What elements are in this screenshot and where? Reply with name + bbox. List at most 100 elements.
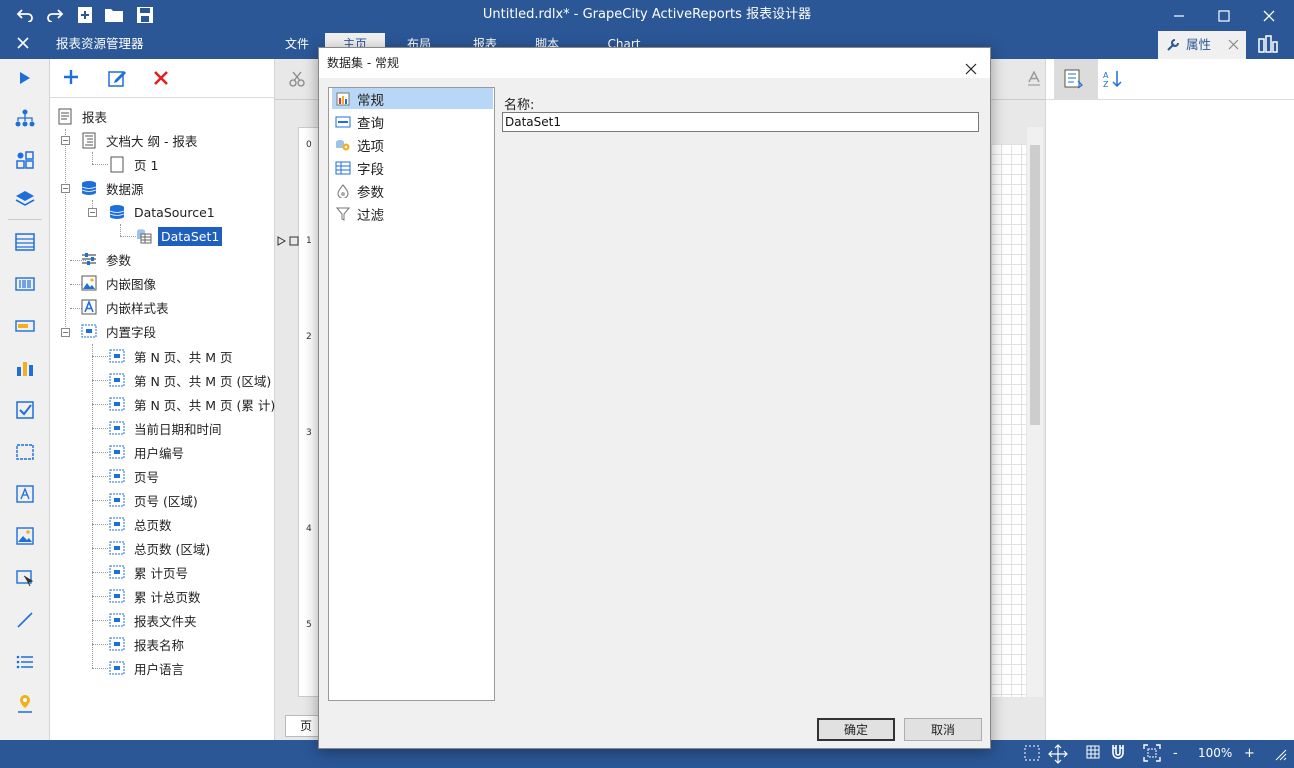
image-icon[interactable] [13,524,37,548]
builtin-field-item[interactable]: 页号 (区域) [108,489,198,511]
tree-item-parameters[interactable]: 参数 [80,248,131,270]
builtin-field-label: 用户语言 [134,661,185,677]
hierarchy-icon[interactable] [13,106,37,130]
builtin-field-item[interactable]: 总页数 [108,513,172,535]
builtin-field-item[interactable]: 第 N 页、共 M 页 (区域) [108,369,271,391]
builtin-field-item[interactable]: 第 N 页、共 M 页 [108,345,233,367]
builtin-field-icon [80,322,98,340]
categorized-icon[interactable] [1064,69,1086,91]
resize-grip-icon [1273,747,1287,761]
line-icon[interactable] [13,608,37,632]
nav-item-general[interactable]: 常规 [332,88,493,109]
barcode-icon[interactable] [13,272,37,296]
input-field-icon[interactable] [13,566,37,590]
tree-item-embedded-images[interactable]: 内嵌图像 [80,272,156,294]
pointer-play-icon[interactable] [13,66,37,90]
tree-item-report[interactable]: 报表 [56,105,107,127]
builtin-field-item[interactable]: 报表名称 [108,633,184,655]
close-explorer-icon[interactable] [16,36,32,52]
pan-icon[interactable] [1048,744,1068,764]
collapse-outline-toggle[interactable]: − [61,136,70,145]
vertical-scrollbar[interactable] [1027,127,1043,697]
cut-icon[interactable] [289,71,307,89]
font-color-icon[interactable] [1027,70,1043,89]
nav-item-filters[interactable]: 过滤 [332,203,493,224]
report-canvas[interactable] [990,144,1026,697]
new-file-icon[interactable] [73,4,97,26]
zoom-in-button[interactable]: + [1244,740,1255,767]
builtin-field-icon [108,515,126,533]
panel-layout-icon[interactable] [1258,35,1280,55]
select-area-icon[interactable] [1024,745,1042,763]
query-icon [335,114,351,130]
dataset-icon [135,227,153,245]
chart-icon[interactable] [13,356,37,380]
list-icon[interactable] [13,650,37,674]
collapse-datasource-toggle[interactable]: − [88,208,97,217]
dialog-close-icon[interactable] [965,56,979,75]
delete-icon[interactable] [152,69,174,91]
fit-page-icon[interactable] [1143,744,1163,764]
table-icon[interactable] [13,230,37,254]
nav-item-parameters[interactable]: 参数 [332,180,493,201]
tree-item-document-outline[interactable]: 文档大 纲 - 报表 [80,129,197,151]
builtin-field-item[interactable]: 累 计页号 [108,561,188,583]
snap-magnet-icon[interactable] [1111,744,1129,764]
add-icon[interactable] [62,68,84,90]
textbox-icon[interactable] [13,314,37,338]
checkbox-icon[interactable] [13,398,37,422]
tree-item-embedded-stylesheets[interactable]: 内嵌样式表 [80,296,169,318]
nav-item-query[interactable]: 查询 [332,111,493,132]
open-folder-icon[interactable] [102,4,126,26]
nav-item-fields[interactable]: 字段 [332,157,493,178]
maximize-button[interactable] [1201,0,1247,31]
builtin-field-item[interactable]: 用户语言 [108,657,184,679]
grid-icon[interactable] [1086,745,1104,763]
builtin-field-item[interactable]: 页号 [108,465,159,487]
page-tab[interactable]: 页 [285,715,321,737]
builtin-field-item[interactable]: 用户编号 [108,441,184,463]
map-pin-icon[interactable] [13,692,37,716]
tree-item-page[interactable]: 页 1 [108,153,158,175]
builtin-field-label: 累 计页号 [134,565,188,581]
builtin-field-item[interactable]: 累 计总页数 [108,585,200,607]
nav-item-options[interactable]: 选项 [332,134,493,155]
collapse-builtin-toggle[interactable]: − [61,328,70,337]
ruler-mark: 3 [306,428,312,438]
dialog-title: 数据集 - 常规 [327,56,399,70]
save-icon[interactable] [133,4,157,26]
tree-item-datasources[interactable]: 数据源 [80,177,144,199]
builtin-field-item[interactable]: 总页数 (区域) [108,537,210,559]
tree-item-dataset1[interactable]: DataSet1 [135,225,223,247]
builtin-field-item[interactable]: 报表文件夹 [108,609,197,631]
properties-tab[interactable]: 属性 [1158,31,1246,59]
tree-item-builtin-fields[interactable]: 内置字段 [80,320,156,342]
dialog-title-bar: 数据集 - 常规 [319,48,990,78]
builtin-field-icon [108,539,126,557]
close-window-button[interactable] [1246,0,1292,31]
report-icon [56,107,74,125]
band-marker-icon [277,235,299,249]
close-properties-icon[interactable] [1228,39,1240,51]
container-icon[interactable] [13,440,37,464]
components-icon[interactable] [13,148,37,172]
ruler-mark: 4 [306,524,312,534]
ok-button[interactable]: 确定 [817,718,895,741]
cancel-button[interactable]: 取消 [904,718,982,741]
tab-file[interactable]: 文件 [283,33,311,59]
builtin-field-item[interactable]: 当前日期和时间 [108,417,222,439]
zoom-out-button[interactable]: - [1173,740,1178,767]
builtin-field-item[interactable]: 第 N 页、共 M 页 (累 计) [108,393,275,415]
parameters-icon [80,250,98,268]
sort-alpha-icon[interactable]: AZ [1102,69,1124,91]
builtin-field-label: 总页数 [134,517,172,533]
minimize-button[interactable] [1156,0,1202,31]
undo-icon[interactable] [13,4,37,26]
layers-icon[interactable] [13,187,37,211]
edit-icon[interactable] [107,68,129,90]
dataset-name-input[interactable] [502,112,979,132]
tree-item-datasource1[interactable]: DataSource1 [108,201,215,223]
redo-icon[interactable] [43,4,67,26]
collapse-datasources-toggle[interactable]: − [61,184,70,193]
formatted-text-icon[interactable] [13,482,37,506]
